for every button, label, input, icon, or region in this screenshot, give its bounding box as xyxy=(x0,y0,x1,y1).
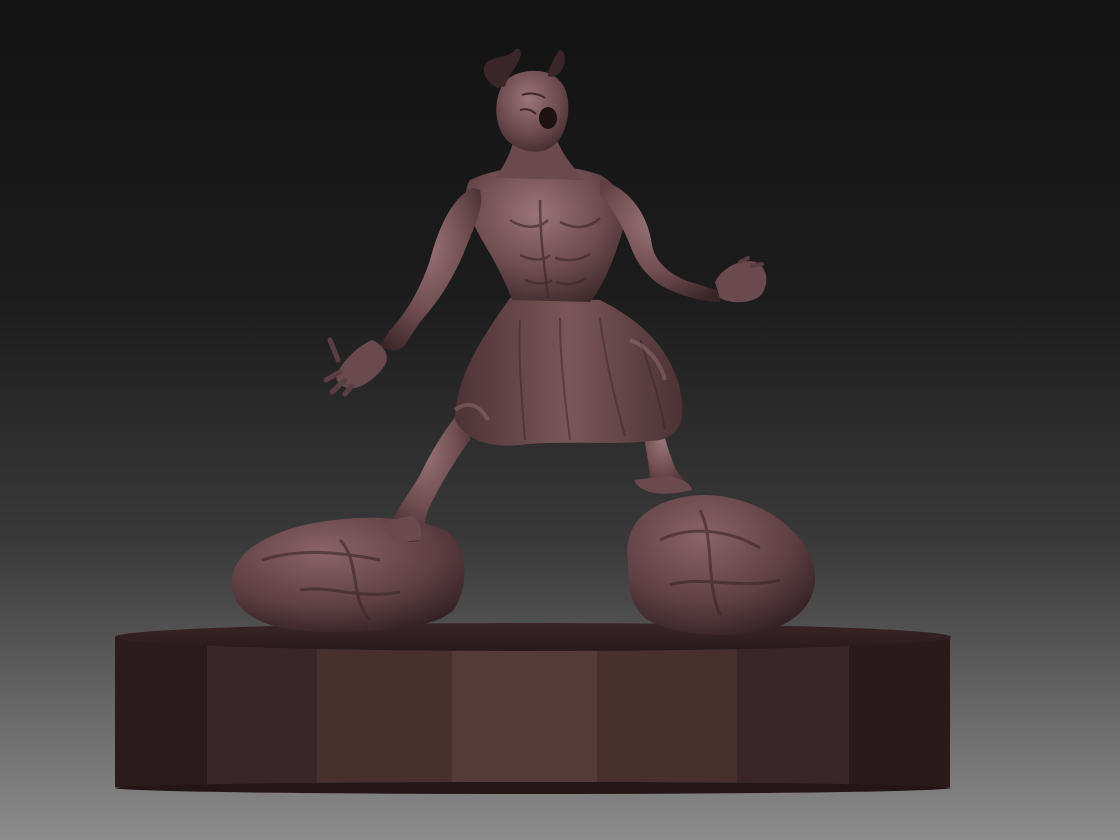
pedestal xyxy=(115,623,951,794)
3d-viewport[interactable] xyxy=(0,0,1120,840)
viewport-canvas xyxy=(0,0,1120,840)
